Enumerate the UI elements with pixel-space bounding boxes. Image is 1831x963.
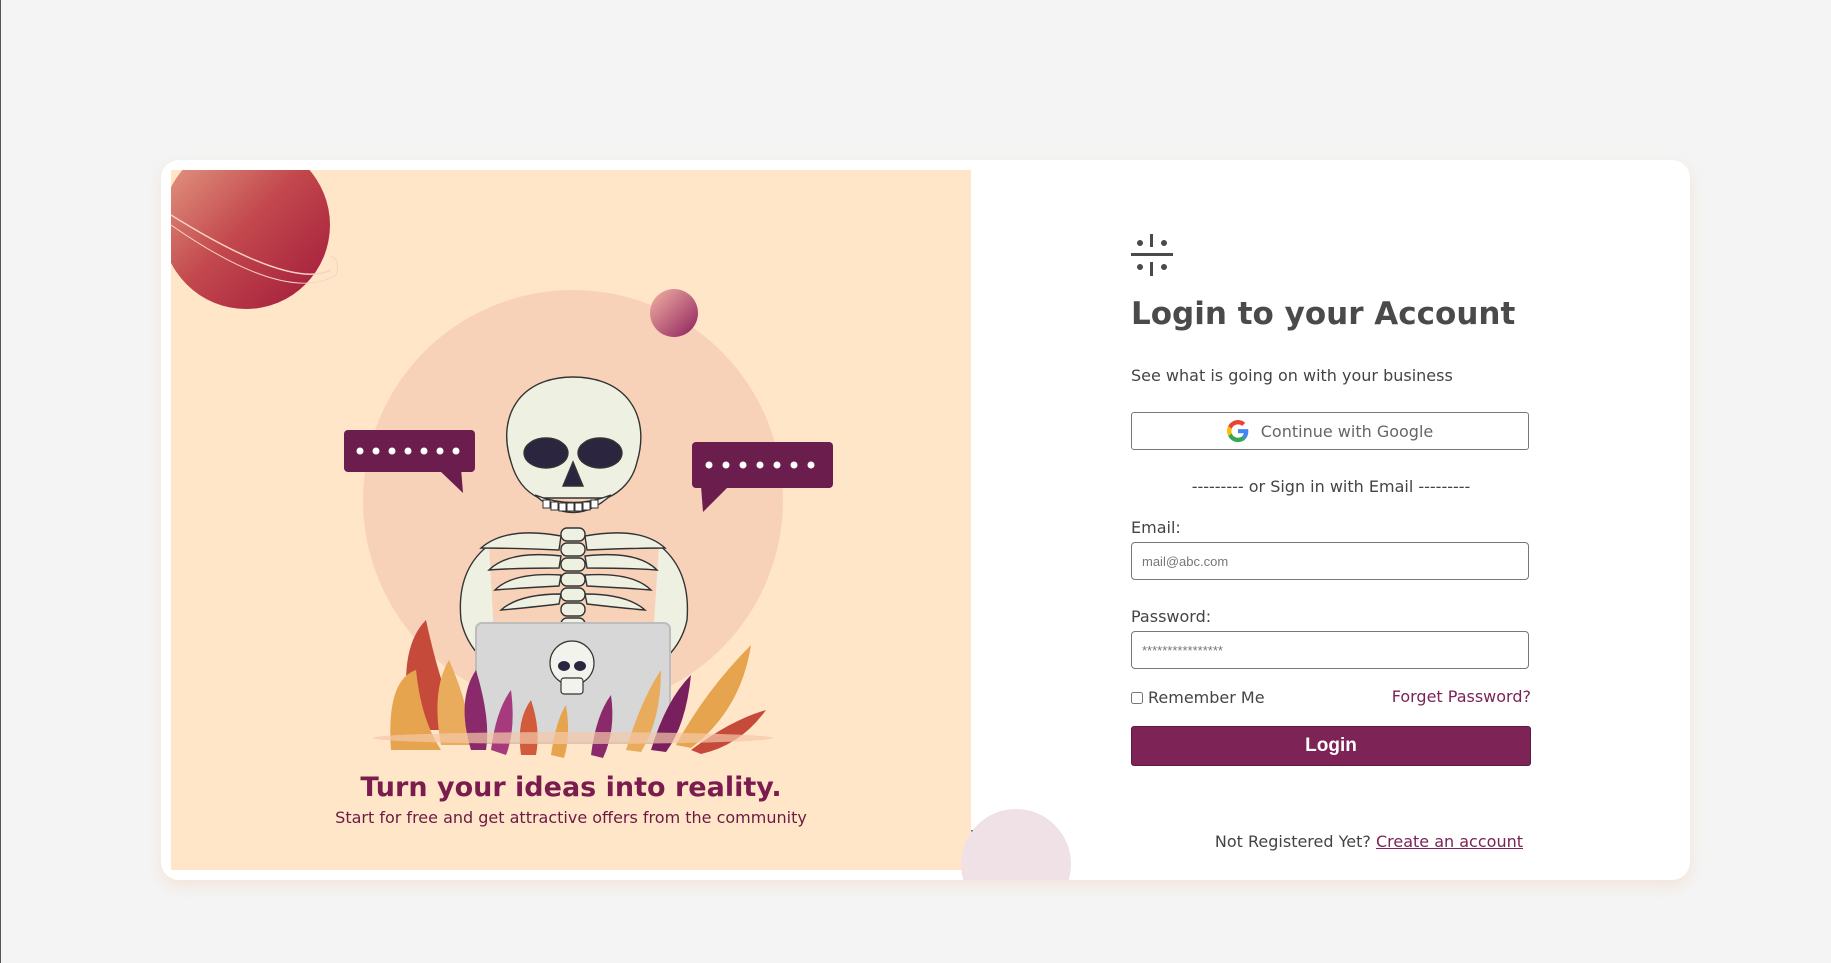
corner-circle-decoration <box>961 809 1071 880</box>
page-title: Login to your Account <box>1131 296 1516 332</box>
login-button[interactable]: Login <box>1131 726 1531 766</box>
google-icon <box>1226 420 1249 442</box>
skeleton-illustration <box>171 170 833 758</box>
page-edge <box>0 0 1 963</box>
dot-decoration: · <box>970 824 974 838</box>
hero-subtitle: Start for free and get attractive offers… <box>335 808 807 827</box>
login-card: Turn your ideas into reality. Start for … <box>161 160 1690 880</box>
register-prompt-text: Not Registered Yet? <box>1214 832 1371 851</box>
create-account-link[interactable]: Create an account <box>1376 832 1523 851</box>
password-input[interactable] <box>1131 631 1529 669</box>
hero-title: Turn your ideas into reality. <box>360 772 782 803</box>
hero-panel: Turn your ideas into reality. Start for … <box>171 170 971 870</box>
email-input[interactable] <box>1131 542 1529 580</box>
remember-me-label: Remember Me <box>1148 688 1265 707</box>
forget-password-link[interactable]: Forget Password? <box>1392 687 1531 706</box>
login-form: Login to your Account See what is going … <box>1131 160 1531 880</box>
remember-me-checkbox[interactable] <box>1131 691 1143 704</box>
continue-with-google-button[interactable]: Continue with Google <box>1131 412 1529 450</box>
email-divider: --------- or Sign in with Email --------… <box>1191 477 1471 496</box>
email-label: Email: <box>1131 518 1181 537</box>
ball-decoration <box>650 289 698 337</box>
planet-decoration <box>171 170 339 309</box>
brand-logo-icon <box>1131 234 1173 276</box>
register-prompt: Not Registered Yet? Create an account <box>1131 832 1531 851</box>
google-button-label: Continue with Google <box>1260 421 1434 441</box>
remember-me[interactable]: Remember Me <box>1131 688 1265 707</box>
password-label: Password: <box>1131 607 1212 626</box>
page-subtitle: See what is going on with your business <box>1131 366 1453 385</box>
